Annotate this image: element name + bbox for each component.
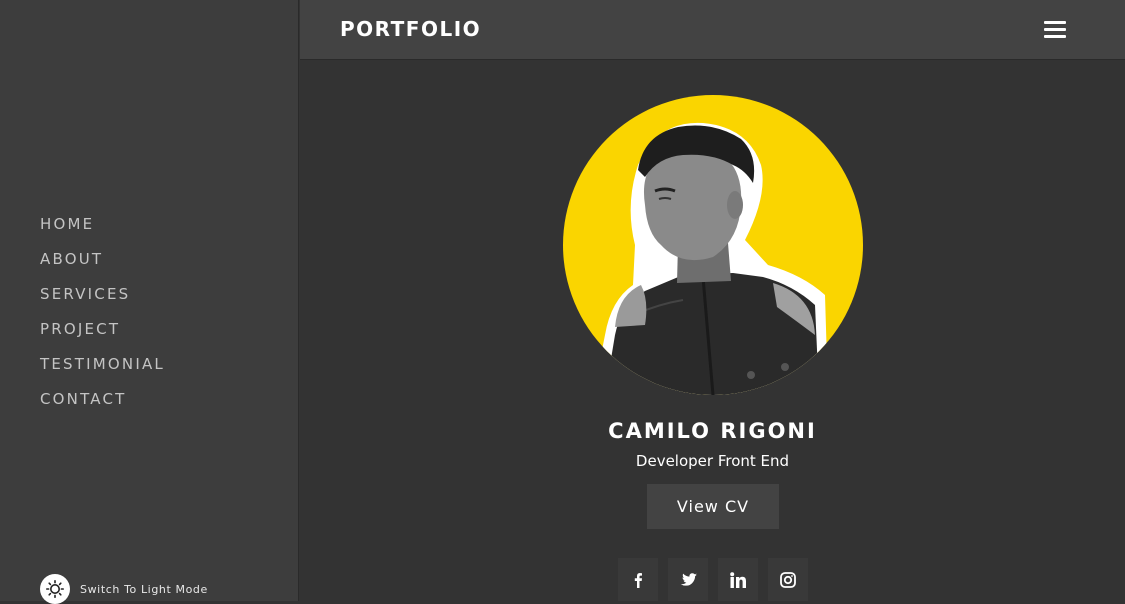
facebook-icon[interactable] <box>618 558 658 601</box>
light-mode-toggle[interactable]: Switch To Light Mode <box>40 574 208 604</box>
nav-project[interactable]: PROJECT <box>40 318 120 340</box>
social-links <box>618 558 818 601</box>
hero-section: CAMILO RIGONI Developer Front End View C… <box>300 61 1125 601</box>
avatar <box>563 95 863 395</box>
nav-contact[interactable]: CONTACT <box>40 388 127 410</box>
sun-icon[interactable] <box>40 574 70 604</box>
profile-photo <box>593 122 828 395</box>
sidebar: HOME ABOUT SERVICES PROJECT TESTIMONIAL … <box>0 0 299 604</box>
twitter-icon[interactable] <box>668 558 708 601</box>
nav-about[interactable]: ABOUT <box>40 248 103 270</box>
hero-name: CAMILO RIGONI <box>608 419 817 443</box>
brand-logo[interactable]: PORTFOLIO <box>340 17 481 41</box>
view-cv-button[interactable]: View CV <box>647 484 779 529</box>
nav-home[interactable]: HOME <box>40 213 94 235</box>
linkedin-icon[interactable] <box>718 558 758 601</box>
top-bar: PORTFOLIO <box>300 0 1125 60</box>
light-mode-label[interactable]: Switch To Light Mode <box>80 583 208 596</box>
instagram-icon[interactable] <box>768 558 808 601</box>
sidebar-nav: HOME ABOUT SERVICES PROJECT TESTIMONIAL … <box>40 213 165 423</box>
hero-role: Developer Front End <box>635 452 790 470</box>
hamburger-menu-icon[interactable] <box>1044 21 1066 39</box>
nav-services[interactable]: SERVICES <box>40 283 130 305</box>
nav-testimonial[interactable]: TESTIMONIAL <box>40 353 165 375</box>
